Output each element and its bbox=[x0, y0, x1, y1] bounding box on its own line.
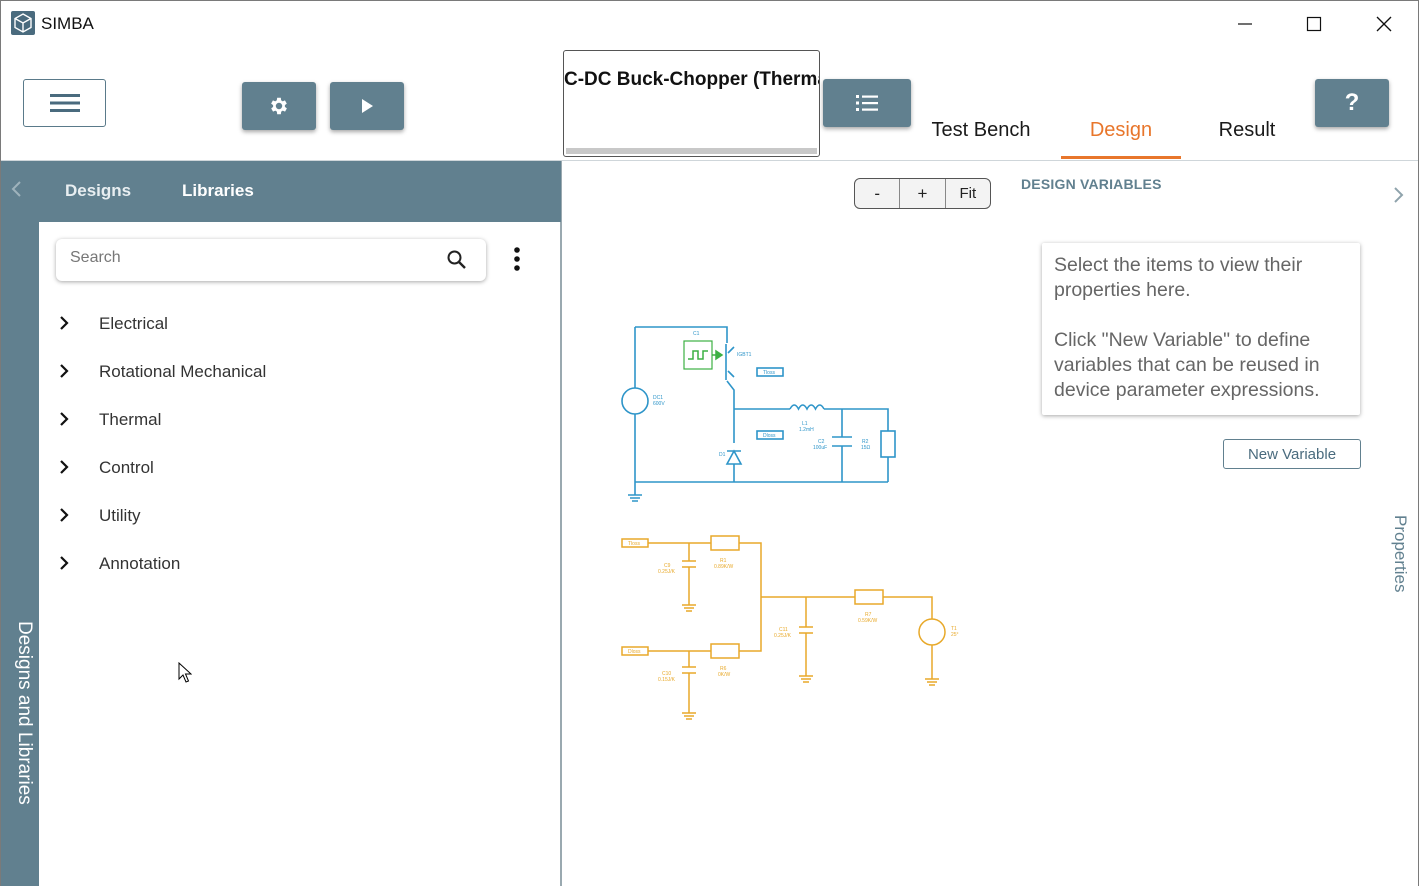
tree-item-label: Annotation bbox=[99, 554, 181, 573]
list-icon bbox=[856, 95, 878, 111]
designs-libraries-rail-label: Designs and Libraries bbox=[5, 621, 35, 821]
tree-item-rotational-mechanical[interactable]: Rotational Mechanical bbox=[39, 354, 539, 390]
chevron-right-icon[interactable] bbox=[59, 411, 69, 427]
chevron-right-icon[interactable] bbox=[59, 315, 69, 331]
close-icon bbox=[1376, 16, 1392, 32]
new-variable-button[interactable]: New Variable bbox=[1223, 439, 1361, 469]
label-r1-value: 0.89K/W bbox=[714, 564, 733, 570]
tree-item-annotation[interactable]: Annotation bbox=[39, 546, 539, 582]
label-c10-value: 0.15J/K bbox=[658, 677, 676, 683]
app-logo-icon bbox=[11, 11, 35, 35]
label-c1: C1 bbox=[693, 331, 700, 337]
design-variables-title: DESIGN VARIABLES bbox=[1021, 176, 1162, 192]
design-name-field[interactable]: C-DC Buck-Chopper (Therma bbox=[563, 50, 820, 157]
menu-button[interactable] bbox=[23, 79, 106, 127]
library-panel-header: Designs Libraries bbox=[39, 161, 561, 222]
tree-item-label: Utility bbox=[99, 506, 141, 525]
electrical-circuit[interactable] bbox=[621, 326, 896, 502]
tab-designs[interactable]: Designs bbox=[65, 181, 131, 201]
chevron-right-icon[interactable] bbox=[59, 459, 69, 475]
active-tab-indicator bbox=[1061, 156, 1181, 159]
label-c11-value: 0.25J/K bbox=[774, 633, 792, 639]
minimize-button[interactable] bbox=[1211, 1, 1279, 47]
tree-item-electrical[interactable]: Electrical bbox=[39, 306, 539, 342]
more-options-icon[interactable] bbox=[509, 246, 525, 276]
properties-label-text: Properties bbox=[1391, 515, 1410, 593]
minimize-icon bbox=[1238, 23, 1252, 25]
run-simulation-button[interactable] bbox=[330, 82, 404, 130]
hint-new-variable: Click "New Variable" to define variables… bbox=[1054, 329, 1320, 401]
schematic-canvas[interactable]: - + Fit C1 IGBT1 DC1 600V L1 1.2mH C2 10… bbox=[562, 161, 1380, 886]
gate-signal-block[interactable] bbox=[683, 340, 724, 370]
search-input[interactable] bbox=[70, 249, 430, 267]
chevron-left-icon[interactable] bbox=[9, 179, 25, 199]
tree-item-thermal[interactable]: Thermal bbox=[39, 402, 539, 438]
tab-design[interactable]: Design bbox=[1061, 119, 1181, 159]
tree-item-label: Electrical bbox=[99, 314, 168, 333]
label-l1-value: 1.2mH bbox=[799, 427, 814, 433]
thermal-labels: Tloss Dloss C9 0.25J/K R1 0.89K/W R6 0K/… bbox=[628, 541, 959, 683]
chevron-right-icon[interactable] bbox=[1392, 185, 1406, 205]
label-dloss-probe: Dloss bbox=[763, 433, 776, 439]
tree-item-label: Control bbox=[99, 458, 154, 477]
design-name: C-DC Buck-Chopper (Therma bbox=[564, 69, 820, 90]
chevron-right-icon[interactable] bbox=[59, 363, 69, 379]
label-t1-value: 25° bbox=[951, 632, 959, 638]
label-thermal-tloss: Tloss bbox=[628, 541, 640, 547]
tab-test-bench[interactable]: Test Bench bbox=[921, 119, 1041, 159]
circuit-schematic: C1 IGBT1 DC1 600V L1 1.2mH C2 100uF R2 1… bbox=[621, 326, 959, 720]
label-tloss-probe: Tloss bbox=[763, 370, 775, 376]
hamburger-icon bbox=[49, 94, 80, 112]
tab-result[interactable]: Result bbox=[1199, 119, 1295, 159]
label-r6-value: 0K/W bbox=[718, 672, 731, 678]
tree-item-utility[interactable]: Utility bbox=[39, 498, 539, 534]
mouse-cursor-icon bbox=[178, 662, 192, 683]
chevron-right-icon[interactable] bbox=[59, 555, 69, 571]
tree-item-label: Rotational Mechanical bbox=[99, 362, 267, 381]
tab-libraries[interactable]: Libraries bbox=[182, 181, 254, 201]
label-d1: D1 bbox=[719, 452, 726, 458]
designs-libraries-rail[interactable]: Designs and Libraries bbox=[1, 161, 39, 886]
rail-label-text: Designs and Libraries bbox=[14, 621, 35, 805]
properties-rail-label: Properties bbox=[1386, 515, 1412, 605]
title-bar: SIMBA bbox=[1, 1, 1418, 47]
tree-item-label: Thermal bbox=[99, 410, 162, 429]
play-icon bbox=[362, 99, 373, 113]
properties-rail[interactable]: Properties bbox=[1380, 161, 1418, 886]
settings-button[interactable] bbox=[242, 82, 316, 130]
help-button[interactable]: ? bbox=[1315, 79, 1389, 127]
maximize-icon bbox=[1306, 16, 1322, 32]
list-button[interactable] bbox=[823, 79, 911, 127]
maximize-button[interactable] bbox=[1280, 1, 1348, 47]
close-button[interactable] bbox=[1350, 1, 1418, 47]
gear-icon bbox=[271, 97, 287, 115]
main-toolbar: C-DC Buck-Chopper (Therma Test Bench Des… bbox=[1, 47, 1418, 161]
label-r2-value: 15Ω bbox=[861, 445, 871, 451]
label-c2-value: 100uF bbox=[813, 445, 827, 451]
hint-select-items: Select the items to view their propertie… bbox=[1054, 254, 1303, 301]
app-window: SIMBA C-DC Buck-Chopper (Therma Test Ben… bbox=[0, 0, 1419, 886]
chevron-right-icon[interactable] bbox=[59, 507, 69, 523]
app-title: SIMBA bbox=[41, 14, 94, 33]
library-panel: Electrical Rotational Mechanical Thermal… bbox=[39, 222, 561, 886]
design-name-scrollbar[interactable] bbox=[566, 148, 817, 154]
label-thermal-dloss: Dloss bbox=[628, 649, 641, 655]
search-icon[interactable] bbox=[446, 249, 468, 271]
label-igbt1: IGBT1 bbox=[737, 352, 752, 358]
label-c9-value: 0.25J/K bbox=[658, 569, 676, 575]
search-box bbox=[56, 239, 486, 281]
design-variables-hint: Select the items to view their propertie… bbox=[1042, 243, 1360, 415]
label-dc1-value: 600V bbox=[653, 401, 665, 407]
tree-item-control[interactable]: Control bbox=[39, 450, 539, 486]
label-r7-value: 0.59K/W bbox=[858, 618, 877, 624]
